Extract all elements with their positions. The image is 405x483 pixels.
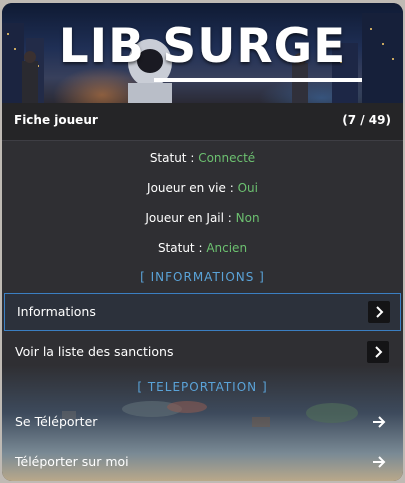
- chevron-right-icon: [367, 341, 389, 363]
- rank-value: Ancien: [206, 241, 248, 255]
- status-value: Connecté: [198, 151, 256, 165]
- arrow-right-icon: [373, 416, 386, 428]
- jail-value: Non: [235, 211, 260, 225]
- menu-item-teleport[interactable]: Se Téléporter: [2, 403, 403, 441]
- jail-line: Joueur en Jail : Non: [2, 211, 403, 225]
- menu-item-teleport-to-me[interactable]: Téléporter sur moi: [2, 443, 403, 481]
- menu-item-informations[interactable]: Informations: [4, 293, 401, 331]
- menu-title: Fiche joueur: [14, 113, 98, 127]
- menu-item-label: Téléporter sur moi: [15, 454, 129, 469]
- rank-label: Statut :: [157, 241, 207, 255]
- menu-body: Statut : Connecté Joueur en vie : Oui Jo…: [2, 141, 403, 481]
- section-teleportation: [ TELEPORTATION ]: [137, 380, 268, 394]
- status-label: Statut :: [149, 151, 199, 165]
- menu-item-sanctions[interactable]: Voir la liste des sanctions: [2, 333, 403, 371]
- page-counter: (7 / 49): [342, 113, 391, 127]
- alive-label: Joueur en vie :: [147, 181, 238, 195]
- player-menu: LIB SURGE Fiche joueur (7 / 49) Statut :…: [2, 3, 403, 481]
- arrow-right-icon: [373, 456, 386, 468]
- alive-value: Oui: [237, 181, 258, 195]
- rank-line: Statut : Ancien: [2, 241, 403, 255]
- status-line: Statut : Connecté: [2, 151, 403, 165]
- banner: LIB SURGE: [2, 3, 403, 103]
- banner-underline: [154, 78, 362, 82]
- section-informations: [ INFORMATIONS ]: [140, 270, 265, 284]
- menu-item-label: Se Téléporter: [15, 414, 98, 429]
- menu-header: Fiche joueur (7 / 49): [2, 103, 403, 141]
- menu-item-label: Informations: [17, 304, 96, 319]
- banner-title: LIB SURGE: [58, 19, 347, 74]
- alive-line: Joueur en vie : Oui: [2, 181, 403, 195]
- jail-label: Joueur en Jail :: [145, 211, 236, 225]
- chevron-right-icon: [368, 301, 390, 323]
- menu-item-label: Voir la liste des sanctions: [15, 344, 174, 359]
